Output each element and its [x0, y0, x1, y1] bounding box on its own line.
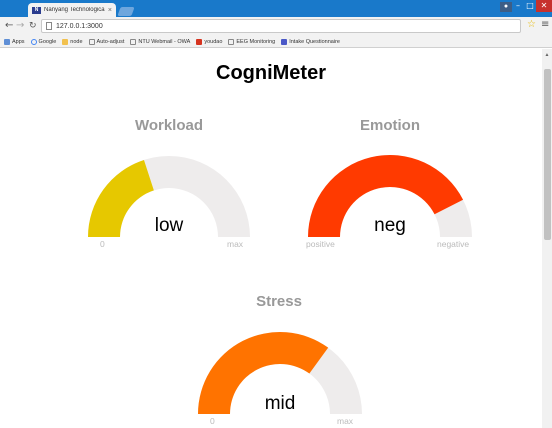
stress-gauge [198, 331, 362, 414]
youdao-icon [196, 38, 203, 45]
bookmark-apps[interactable]: Apps [4, 38, 25, 45]
back-arrow-icon[interactable]: ← [5, 20, 13, 32]
bookmark-youdao[interactable]: youdao [196, 38, 222, 45]
maximize-icon[interactable]: □ [524, 0, 536, 12]
stress-max-label: max [337, 416, 354, 426]
ntu-favicon-icon: N [32, 6, 41, 14]
stress-value: mid [264, 393, 296, 414]
bookmark-intake-questionnaire[interactable]: Intake Questionnaire [281, 38, 340, 45]
tab-title: Nanyang Technological [44, 7, 105, 13]
page-icon [88, 38, 95, 45]
folder-icon [62, 38, 69, 45]
forward-arrow-icon[interactable]: → [16, 20, 24, 32]
apps-icon [4, 38, 10, 45]
vertical-scrollbar[interactable]: ▲ [542, 49, 552, 428]
url-text[interactable]: 127.0.0.1:3000 [56, 23, 103, 30]
minimize-icon[interactable]: – [512, 0, 524, 12]
google-icon [30, 38, 37, 45]
page-icon [130, 38, 137, 45]
bookmark-star-icon[interactable]: ☆ [527, 19, 536, 31]
browser-toolbar: ← → ↻ 127.0.0.1:3000 ☆ ≡ [0, 17, 552, 36]
bookmark-google[interactable]: Google [30, 38, 56, 45]
bookmarks-bar: Apps Google node Auto-adjust NTU Webmail… [0, 36, 552, 48]
page-info-icon[interactable] [46, 22, 52, 30]
page-icon [228, 38, 235, 45]
close-window-icon[interactable]: ✕ [536, 0, 552, 12]
title-bar: N Nanyang Technological × ● – □ ✕ [0, 0, 552, 17]
bookmark-auto-adjust[interactable]: Auto-adjust [88, 38, 124, 45]
tab-close-icon[interactable]: × [108, 7, 112, 14]
stress-min-label: 0 [210, 416, 215, 426]
profile-icon[interactable]: ● [500, 2, 512, 12]
scroll-up-icon[interactable]: ▲ [544, 52, 550, 58]
address-bar[interactable]: 127.0.0.1:3000 [41, 19, 521, 33]
intake-icon [281, 38, 288, 45]
page-viewport: CogniMeter Workload low 0 max Emotion ne… [0, 49, 542, 428]
bookmark-ntu-webmail[interactable]: NTU Webmail - OWA [130, 38, 190, 45]
bookmark-eeg-monitoring[interactable]: EEG Monitoring [228, 38, 275, 45]
menu-icon[interactable]: ≡ [541, 19, 549, 31]
reload-icon[interactable]: ↻ [29, 20, 37, 32]
new-tab-button[interactable] [117, 7, 135, 16]
browser-tab[interactable]: N Nanyang Technological × [28, 3, 116, 17]
bookmark-node[interactable]: node [62, 38, 83, 45]
scroll-thumb[interactable] [544, 69, 551, 240]
